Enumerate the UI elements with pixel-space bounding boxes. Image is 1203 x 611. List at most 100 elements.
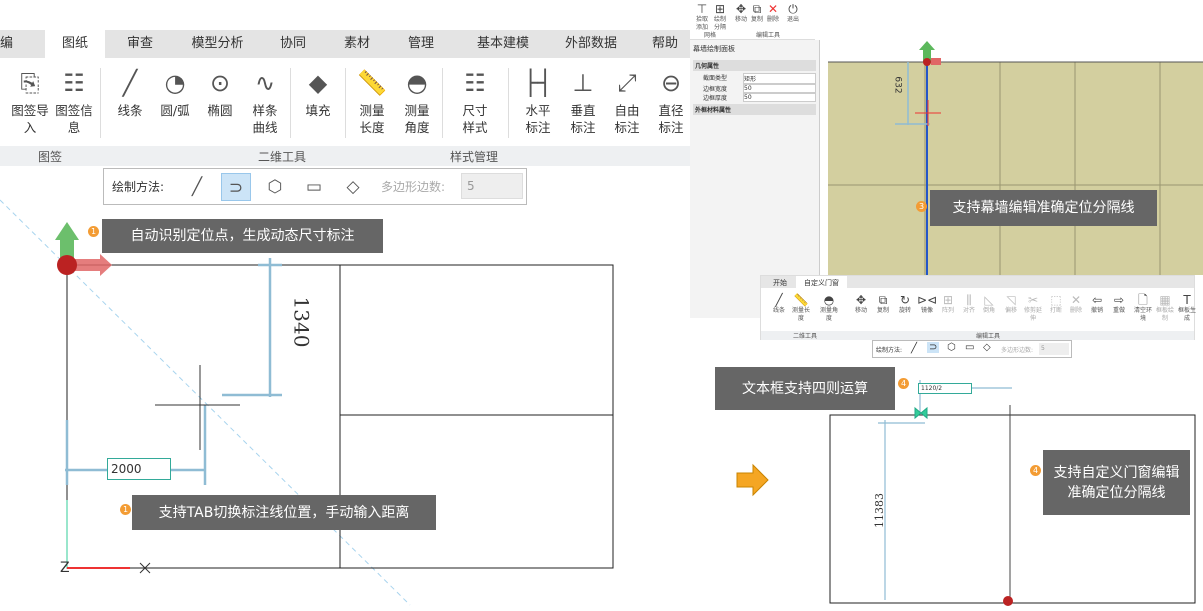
group-grid: 网格 [704,32,717,39]
curtain-dimension-text: 632 [892,76,903,94]
rectangle-method-button[interactable]: ▭ [965,342,974,353]
tool-button[interactable]: ✂ 修剪延伸 [1023,293,1043,323]
tool-button[interactable]: ⇦ 撤销 [1087,293,1107,315]
tool-button[interactable]: ◹ 偏移 [1001,293,1021,315]
tool-button[interactable]: ⫼ 对齐 [959,293,979,315]
tool-icon: 🗋 [1138,293,1148,307]
tool-label: 测量角度 [819,307,838,322]
door-dimension-text: 11383 [873,493,886,528]
line-method-button[interactable]: ╱ [911,343,917,354]
tab-custom-door-window[interactable]: 自定义门窗 [796,276,847,290]
tool-icon: ◓ [823,293,835,307]
callout-badge: 3 [916,201,927,212]
tool-icon: ✂ [1027,293,1039,307]
tool-button[interactable]: ⊳⊲ 镜像 [917,293,937,315]
tool-label: 对齐 [962,307,975,314]
tool-label: 偏移 [1004,307,1017,314]
group-edit-tools: 编辑工具 [976,333,1001,340]
tool-icon: ⬚ [1050,293,1062,307]
tool-button[interactable]: 🗋 清空环境 [1133,293,1153,323]
tool-icon: 📏 [793,293,809,307]
tool-label: 框板生成 [1177,307,1196,322]
callout-badge: 4 [1030,465,1041,476]
left-drawing [0,199,614,606]
tool-button[interactable]: ⇨ 重做 [1109,293,1129,315]
delete-button[interactable]: ✕ 删除 [766,2,780,24]
tool-label: 撤销 [1090,307,1103,314]
formula-input[interactable]: 1120/2 [918,383,972,394]
tool-label: 打断 [1049,307,1062,314]
callout-tab-switch: 支持TAB切换标注线位置，手动输入距离 [132,495,436,530]
tool-label: 复制 [876,307,889,314]
pick-add-button[interactable]: ⊤ 拾取添加 [694,2,710,32]
tool-icon: ✕ [1070,293,1082,307]
tool-icon: T [1183,293,1191,307]
callout-curtain-wall: 支持幕墙编辑准确定位分隔线 [930,190,1157,226]
polygon-method-button[interactable]: ⬡ [947,342,956,353]
exit-button[interactable]: ⏻ 退出 [786,2,800,24]
tool-button[interactable]: ▦ 框板绘制 [1155,293,1175,323]
tool-button[interactable]: ✕ 删除 [1066,293,1086,315]
panel-title: 幕墙绘制面板 [693,45,735,53]
tool-icon: ✥ [855,293,867,307]
tool-button[interactable]: ⊞ 阵列 [938,293,958,315]
door-window-ribbon: 开始 自定义门窗 ╱ 线条 📏 测量长度 ◓ 测量角度 ✥ 移动 ⧉ 复制 ↻ 旋转 ⊳⊲ 镜像 ⊞ 阵列 ⫼ 对… [760,275,1197,340]
top-right-drawing [828,41,1203,275]
tool-icon: ⊞ [942,293,954,307]
tool-button[interactable]: ⬚ 打断 [1046,293,1066,315]
tool-label: 测量长度 [791,307,810,322]
rotated-rect-method-button[interactable]: ◇ [983,342,991,353]
tool-label: 删除 [1069,307,1082,314]
callout-badge: 4 [898,378,909,389]
curtain-ribbon: ⊤ 拾取添加 ⊞ 绘制分隔 ✥ 移动 ⧉ 复制 ✕ 删除 ⏻ 退出 网格 编辑工具 [690,0,815,40]
dimension-value-text: 1340 [289,296,314,348]
callout-door-window: 支持自定义门窗编辑准确定位分隔线 [1043,450,1190,515]
callout-arithmetic: 文本框支持四则运算 [715,367,895,410]
tool-button[interactable]: ◺ 倒角 [979,293,999,315]
tool-icon: ⫼ [966,293,972,307]
tool-icon: ⧉ [878,293,888,307]
draw-method-toolbar-small: 绘制方法: ╱ ⊃ ⬡ ▭ ◇ 多边形边数: 5 [872,340,1072,358]
copy-button[interactable]: ⧉ 复制 [750,2,764,24]
tool-icon: ⊳⊲ [917,293,938,307]
tool-label: 移动 [854,307,867,314]
tool-button[interactable]: ✥ 移动 [851,293,871,315]
tool-label: 清空环境 [1133,307,1152,322]
section-frame-material[interactable]: 外框材料属性 [693,104,816,115]
tool-button[interactable]: T 框板生成 [1177,293,1197,323]
group-2d-tools: 二维工具 [793,333,818,340]
prop-row: 边框厚度 50 [693,93,816,102]
tool-button[interactable]: ↻ 旋转 [895,293,915,315]
tool-button[interactable]: ╱ 线条 [769,293,789,315]
callout-badge: 1 [88,226,99,237]
tool-label: 修剪延伸 [1023,307,1042,322]
tool-button[interactable]: ⧉ 复制 [873,293,893,315]
tool-label: 框板绘制 [1155,307,1174,322]
arc-method-button[interactable]: ⊃ [927,342,940,353]
tool-label: 重做 [1112,307,1125,314]
tool-label: 镜像 [920,307,933,314]
tool-icon: ⇦ [1091,293,1103,307]
tool-icon: ◺ [984,293,994,307]
prop-row: 边框宽度 50 [693,84,816,93]
tool-icon: ⇨ [1113,293,1125,307]
tool-icon: ↻ [899,293,911,307]
polygon-sides-input[interactable]: 5 [1039,343,1069,355]
callout-badge: 1 [120,504,131,515]
move-button[interactable]: ✥ 移动 [734,2,748,24]
tool-button[interactable]: 📏 测量长度 [791,293,811,323]
tool-label: 阵列 [941,307,954,314]
tool-label: 倒角 [982,307,995,314]
tool-icon: ╱ [775,293,783,307]
tab-start[interactable]: 开始 [773,278,787,288]
dimension-input[interactable]: 2000 [107,458,171,480]
tool-button[interactable]: ◓ 测量角度 [819,293,839,323]
draw-divider-button[interactable]: ⊞ 绘制分隔 [712,2,728,32]
section-geometry[interactable]: 几何属性 [693,60,816,71]
group-edit-tools: 编辑工具 [756,32,781,39]
tool-icon: ◹ [1006,293,1016,307]
tool-label: 线条 [772,307,785,314]
tool-icon: ▦ [1159,293,1171,307]
callout-auto-locate: 自动识别定位点，生成动态尺寸标注 [102,219,383,253]
prop-row: 截面类型 矩形 [693,73,816,84]
